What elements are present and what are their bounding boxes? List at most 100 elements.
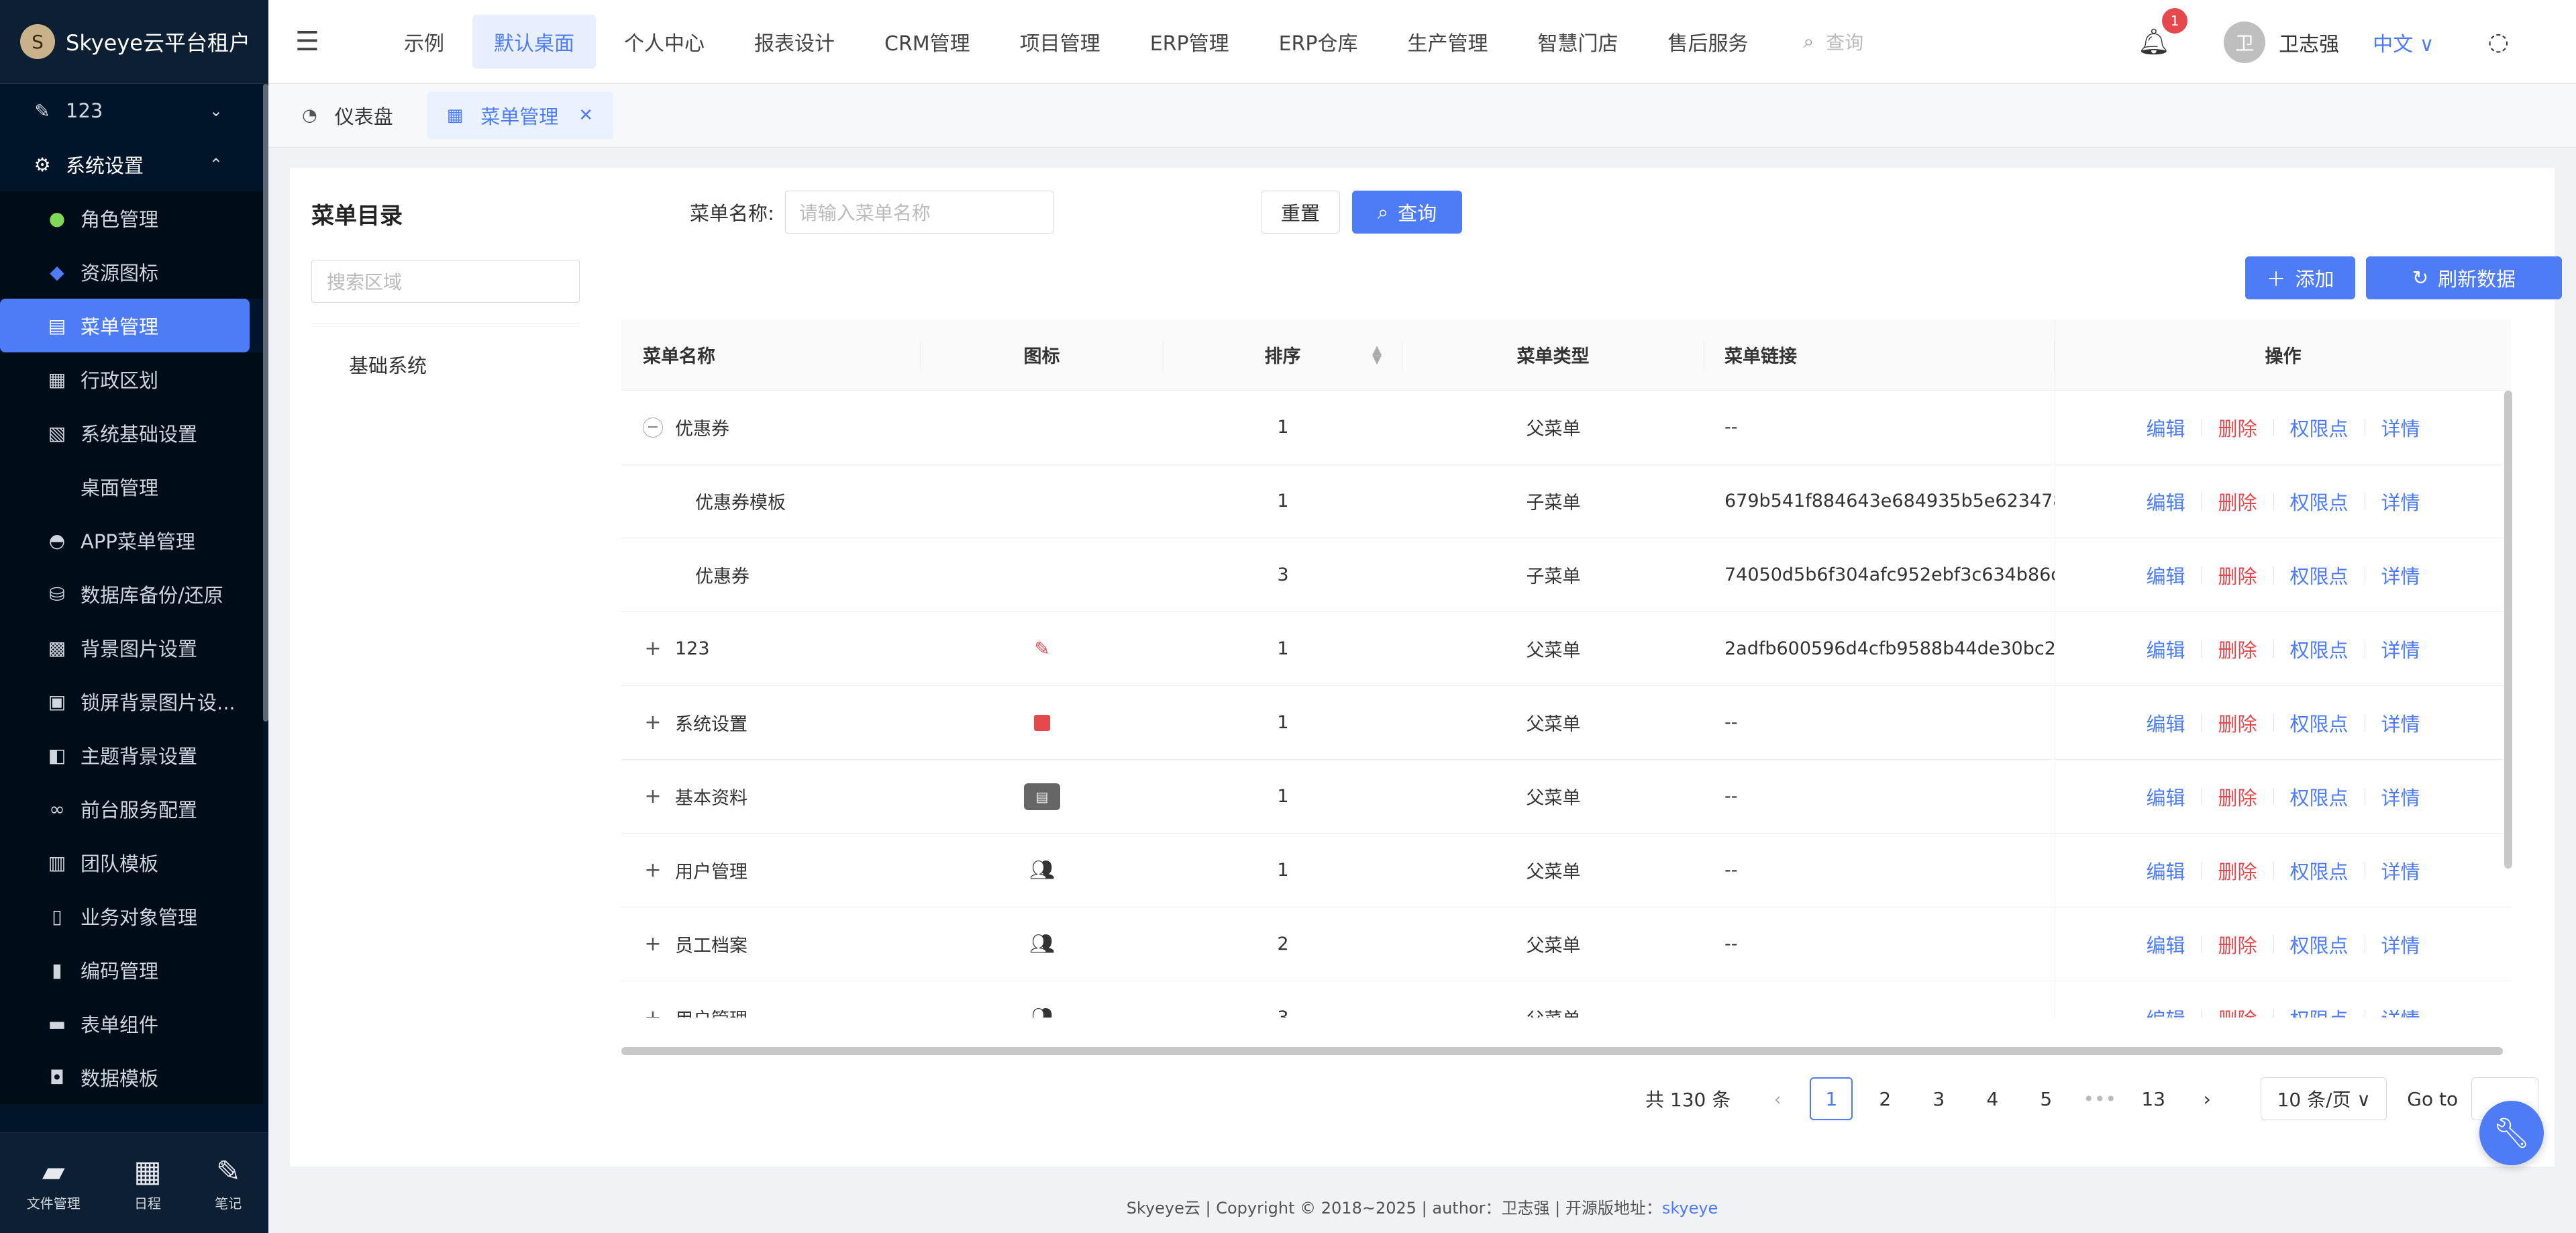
page-button[interactable]: 13 [2132,1077,2175,1120]
table-vertical-scrollbar[interactable] [2504,391,2512,869]
delete-link[interactable]: 删除 [2218,561,2257,589]
nav-item[interactable]: 生产管理 [1386,15,1509,68]
page-size-select[interactable]: 10 条/页 ∨ [2261,1077,2387,1120]
table-horizontal-scrollbar[interactable] [621,1047,2503,1055]
edit-link[interactable]: 编辑 [2146,709,2185,737]
sidebar-item[interactable]: ◓ APP菜单管理 [0,513,263,567]
permission-link[interactable]: 权限点 [2290,413,2349,442]
delete-link[interactable]: 删除 [2218,635,2257,663]
table-row[interactable]: + 用户管理 👥︎ 3父菜单-- 编辑 删除 权限点 详情 [621,981,2511,1018]
sidebar-item[interactable]: ▤ 菜单管理 [0,299,250,352]
sidebar-item[interactable]: ▮ 编码管理 [0,943,263,997]
avatar[interactable]: 卫 [2224,21,2266,63]
expand-row-icon[interactable]: + [643,858,663,882]
chevron-down-icon[interactable]: ⌄ [209,101,223,120]
sidebar-item[interactable]: ⛁ 数据库备份/还原 [0,567,263,621]
delete-link[interactable]: 删除 [2218,856,2257,885]
edit-link[interactable]: 编辑 [2146,783,2185,811]
sidebar-footer-item[interactable]: ✎ 笔记 [215,1154,242,1212]
nav-search[interactable]: ⌕ 查询 [1803,28,1863,55]
sidebar-item[interactable]: ▦ 行政区划 [0,352,263,406]
expand-row-icon[interactable]: + [643,932,663,956]
sidebar-item[interactable]: ◧ 主题背景设置 [0,728,263,782]
collapse-menu-icon[interactable]: ☰ [295,26,342,57]
permission-link[interactable]: 权限点 [2290,487,2349,515]
table-row[interactable]: + 系统设置 1 父菜单 -- 编辑 删除 权限点 详情 [621,686,2511,760]
expand-row-icon[interactable]: + [643,637,663,660]
edit-link[interactable]: 编辑 [2146,856,2185,885]
sidebar-item[interactable]: ▣ 锁屏背景图片设... [0,675,263,728]
delete-link[interactable]: 删除 [2218,709,2257,737]
chevron-up-icon[interactable]: ⌃ [209,155,223,174]
page-button[interactable]: 4 [1971,1077,2014,1120]
detail-link[interactable]: 详情 [2381,635,2420,663]
detail-link[interactable]: 详情 [2381,487,2420,515]
permission-link[interactable]: 权限点 [2290,635,2349,663]
detail-link[interactable]: 详情 [2381,930,2420,958]
page-button[interactable]: 2 [1863,1077,1906,1120]
sidebar-item[interactable]: 桌面管理 [0,460,263,513]
nav-item[interactable]: 默认桌面 [472,15,596,68]
sort-arrows-icon[interactable]: ▲ ▼ [1372,344,1382,365]
menu-name-input[interactable]: 请输入菜单名称 [784,191,1053,234]
table-row[interactable]: 优惠券模板 1 子菜单 679b541f884643e684935b5e6234787… [621,464,2511,538]
edit-link[interactable]: 编辑 [2146,487,2185,515]
sidebar-footer-item[interactable]: ▰ 文件管理 [27,1154,81,1212]
table-row[interactable]: + 基本资料 ▤ 1 父菜单 -- 编辑 删除 权限点 详情 [621,760,2511,834]
permission-link[interactable]: 权限点 [2290,783,2349,811]
user-name[interactable]: 卫志强 [2279,28,2339,57]
nav-item[interactable]: 示例 [382,15,466,68]
nav-item[interactable]: ERP管理 [1129,15,1251,68]
delete-link[interactable]: 删除 [2218,930,2257,958]
table-row[interactable]: 优惠券 3 子菜单 74050d5b6f304afc952ebf3c634b86dc 编… [621,538,2511,612]
col-header-sort[interactable]: 排序 ▲ ▼ [1164,340,1402,370]
table-row[interactable]: − 优惠券 1 父菜单 -- 编辑 删除 权限点 详情 [621,391,2511,464]
tools-fab-wrench-icon[interactable]: 🔧︎ [2479,1101,2544,1165]
sidebar-item[interactable]: ▧ 系统基础设置 [0,406,263,460]
table-row[interactable]: + 员工档案 👥︎ 2 父菜单 -- 编辑 删除 权限点 详情 [621,907,2511,981]
refresh-button[interactable]: ↻ 刷新数据 [2366,256,2562,299]
nav-item[interactable]: CRM管理 [863,15,992,68]
sidebar-item[interactable]: ▬ 表单组件 [0,997,263,1050]
expand-row-icon[interactable]: + [643,785,663,808]
edit-link[interactable]: 编辑 [2146,1004,2185,1018]
detail-link[interactable]: 详情 [2381,413,2420,442]
nav-item[interactable]: 项目管理 [998,15,1122,68]
sidebar-item[interactable]: ● 角色管理 [0,191,263,245]
next-page-icon[interactable]: › [2185,1077,2228,1120]
sidebar-scrollbar[interactable] [263,84,268,722]
delete-link[interactable]: 删除 [2218,783,2257,811]
footer-link[interactable]: skyeye [1662,1199,1718,1218]
permission-link[interactable]: 权限点 [2290,856,2349,885]
sidebar-item[interactable]: ▩ 背景图片设置 [0,621,263,675]
sidebar-item[interactable]: ✎ 123 ⌄ [0,84,263,138]
page-button[interactable]: 5 [2024,1077,2067,1120]
more-pages-icon[interactable]: ••• [2078,1077,2121,1120]
collapse-row-icon[interactable]: − [643,417,663,438]
permission-link[interactable]: 权限点 [2290,930,2349,958]
nav-item[interactable]: ERP仓库 [1257,15,1380,68]
table-row[interactable]: + 用户管理 👥︎ 1 父菜单 -- 编辑 删除 权限点 详情 [621,834,2511,907]
page-button[interactable]: 3 [1917,1077,1960,1120]
edit-link[interactable]: 编辑 [2146,930,2185,958]
detail-link[interactable]: 详情 [2381,856,2420,885]
sidebar-item[interactable]: ▥ 团队模板 [0,836,263,889]
chat-icon[interactable]: ◌ [2488,28,2509,56]
detail-link[interactable]: 详情 [2381,561,2420,589]
delete-link[interactable]: 删除 [2218,1004,2257,1018]
tab[interactable]: ▦ 菜单管理 ✕ [426,92,614,139]
sidebar-item[interactable]: ∞ 前台服务配置 [0,782,263,836]
language-select[interactable]: 中文 ∨ [2373,28,2434,57]
nav-item[interactable]: 个人中心 [603,15,726,68]
sidebar-item[interactable]: ▭说明设置⌄ [0,1104,263,1114]
permission-link[interactable]: 权限点 [2290,1004,2349,1018]
page-button[interactable]: 1 [1810,1077,1853,1120]
permission-link[interactable]: 权限点 [2290,561,2349,589]
delete-link[interactable]: 删除 [2218,413,2257,442]
expand-row-icon[interactable]: + [643,1006,663,1018]
add-button[interactable]: ＋ 添加 [2245,256,2355,299]
permission-link[interactable]: 权限点 [2290,709,2349,737]
query-button[interactable]: ⌕ 查询 [1352,191,1462,234]
close-icon[interactable]: ✕ [578,105,593,126]
sidebar-item[interactable]: ▯ 业务对象管理 [0,889,263,943]
